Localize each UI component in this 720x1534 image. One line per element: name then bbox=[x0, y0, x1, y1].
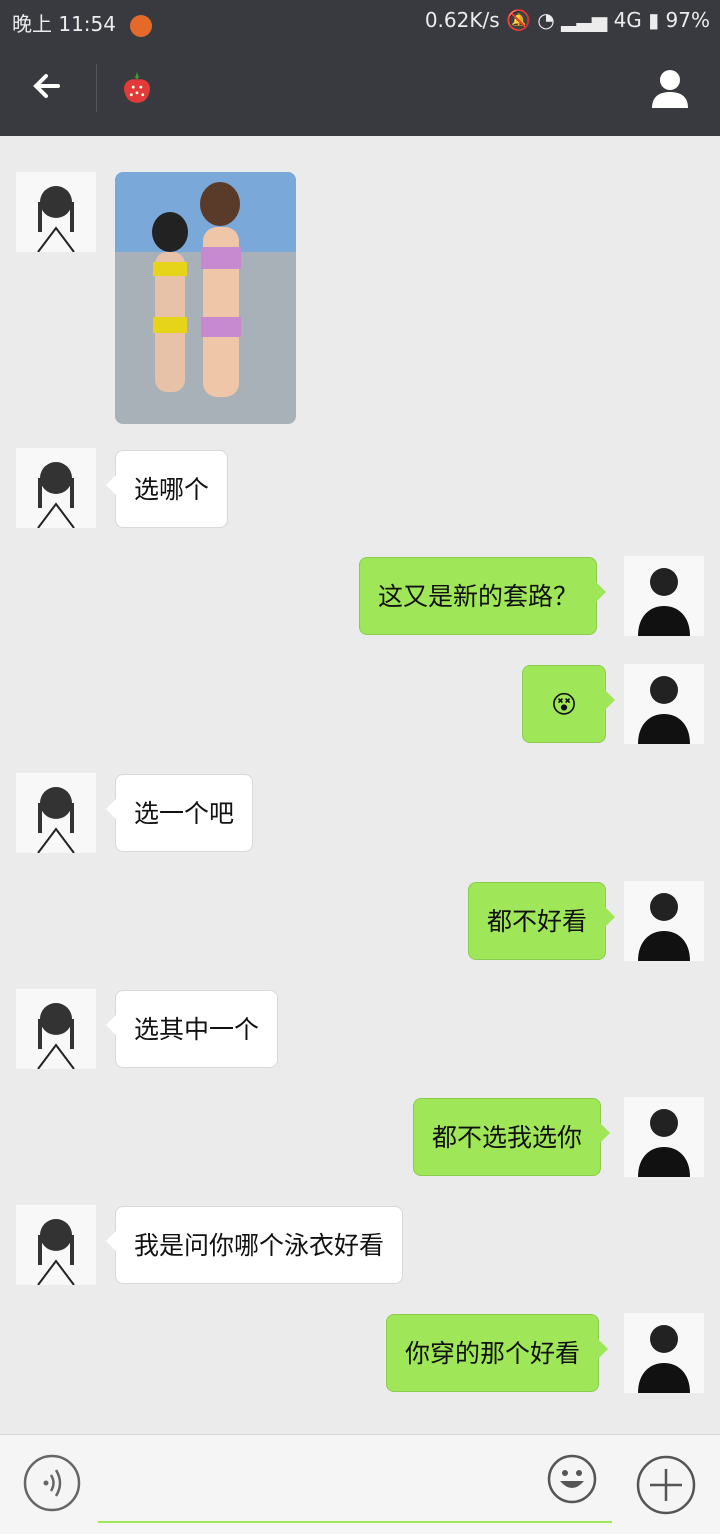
smile-icon[interactable] bbox=[546, 1453, 598, 1505]
received-message[interactable]: 选哪个 bbox=[105, 450, 229, 528]
voice-icon[interactable] bbox=[22, 1453, 82, 1513]
battery-icon: ▮ bbox=[648, 8, 660, 32]
status-right: 0.62K/s 🔕 ◔ ▂▃▅ 4G ▮ 97% bbox=[425, 8, 710, 32]
dizzy-face-icon: 😵 bbox=[550, 690, 578, 719]
strawberry-icon bbox=[124, 71, 150, 103]
received-message[interactable]: 我是问你哪个泳衣好看 bbox=[105, 1206, 404, 1284]
my-avatar[interactable] bbox=[624, 556, 704, 636]
my-avatar[interactable] bbox=[624, 881, 704, 961]
my-avatar[interactable] bbox=[624, 664, 704, 744]
signal-icon: ▂▃▅ bbox=[561, 8, 608, 32]
profile-person-icon[interactable] bbox=[648, 66, 692, 110]
bell-off-icon: 🔕 bbox=[505, 8, 531, 32]
shared-photo[interactable] bbox=[115, 172, 296, 424]
contact-avatar[interactable] bbox=[16, 773, 96, 854]
plus-icon[interactable] bbox=[634, 1453, 698, 1517]
network-speed: 0.62K/s bbox=[424, 8, 500, 32]
contact-avatar[interactable] bbox=[16, 448, 96, 529]
contact-avatar[interactable] bbox=[16, 172, 96, 253]
chat-messages[interactable]: 选哪个 这又是新的套路？ 😵 选一个吧 都不好看 选其中一个 都不选我选你 我是… bbox=[0, 136, 720, 1434]
status-time: 晚上 11:54 bbox=[12, 12, 116, 36]
battery-percent: 97% bbox=[665, 8, 710, 32]
sent-message[interactable]: 这又是新的套路？ bbox=[359, 557, 607, 635]
chat-header bbox=[0, 40, 720, 136]
contact-avatar[interactable] bbox=[16, 1205, 96, 1286]
notification-icon bbox=[130, 14, 153, 37]
message-input[interactable] bbox=[98, 1521, 612, 1523]
contact-avatar[interactable] bbox=[16, 989, 96, 1070]
received-message[interactable]: 选一个吧 bbox=[105, 774, 254, 852]
status-left: 晚上 11:54 bbox=[12, 8, 153, 37]
sent-emoji-message[interactable]: 😵 bbox=[522, 665, 615, 743]
sent-message[interactable]: 都不选我选你 bbox=[413, 1098, 611, 1176]
received-message[interactable]: 选其中一个 bbox=[105, 990, 279, 1068]
my-avatar[interactable] bbox=[624, 1097, 704, 1177]
status-bar: 晚上 11:54 0.62K/s 🔕 ◔ ▂▃▅ 4G ▮ 97% bbox=[0, 0, 720, 40]
sent-message[interactable]: 都不好看 bbox=[468, 882, 616, 960]
wifi-icon: ◔ bbox=[537, 8, 555, 32]
network-type: 4G bbox=[613, 8, 642, 32]
input-bar bbox=[0, 1434, 720, 1534]
my-avatar[interactable] bbox=[624, 1313, 704, 1393]
sent-message[interactable]: 你穿的那个好看 bbox=[386, 1314, 609, 1392]
header-divider bbox=[96, 64, 97, 112]
back-arrow-icon[interactable] bbox=[28, 66, 68, 106]
